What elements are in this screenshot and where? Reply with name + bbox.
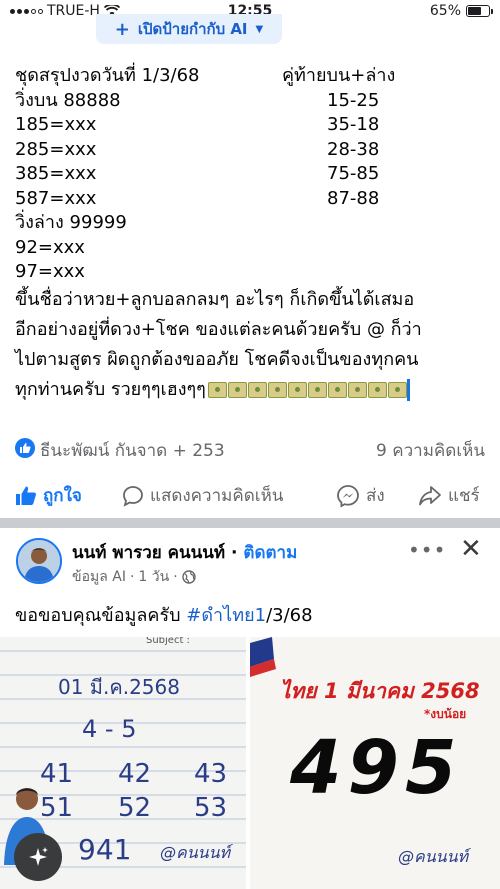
- money-emoji-icon: [267, 381, 287, 398]
- row-right: 15-25: [327, 89, 380, 111]
- author-name[interactable]: นนท์ พารวย คนนนท์: [72, 543, 225, 563]
- row-left: 285=xxx: [15, 138, 97, 160]
- row-right: 35-18: [327, 114, 380, 135]
- post1-last-line: ทุกท่านครับ รวยๆๆเฮงๆๆ: [15, 375, 490, 405]
- post1-row: 285=xxx 28-38: [15, 138, 490, 163]
- note-number: 42: [118, 759, 152, 789]
- post1-row: 385=xxx 75-85: [15, 162, 490, 187]
- messenger-icon: [337, 484, 359, 508]
- row-left: 185=xxx: [15, 114, 97, 135]
- row-right: 28-38: [327, 138, 380, 160]
- like-reaction-icon: [15, 438, 35, 458]
- avatar[interactable]: [16, 538, 62, 584]
- note-bottom-number: 941: [78, 833, 132, 866]
- comment-bubble-icon: [123, 485, 143, 507]
- post1-reactions[interactable]: ธีนะพัฒน์ กันจาด + 253 9 ความคิดเห็น: [15, 434, 485, 464]
- share-arrow-icon: [419, 485, 441, 505]
- row-left: 385=xxx: [15, 163, 97, 184]
- thumbs-up-icon: [16, 486, 36, 505]
- ai-label-text: เปิดป้ายกำกับ AI: [137, 20, 248, 38]
- post1-action-bar: ถูกใจ แสดงความคิดเห็น ส่ง แชร์: [0, 474, 500, 514]
- signature: @คนนนท์: [160, 843, 231, 862]
- battery-percent: 65%: [429, 3, 461, 19]
- note-pair: 4 - 5: [82, 715, 137, 743]
- meta-time[interactable]: 1 วัน: [138, 566, 169, 588]
- comments-count[interactable]: 9 ความคิดเห็น: [376, 437, 485, 464]
- sparkle-icon: [29, 847, 48, 866]
- money-emoji-icon: [307, 381, 327, 398]
- note-number: 43: [194, 759, 228, 789]
- share-label: แชร์: [448, 486, 480, 506]
- battery-fill: [468, 7, 481, 15]
- money-emoji-icon: [327, 381, 347, 398]
- post1-para-line: อีกอย่างอยู่ที่ดวง+โชค ของแต่ละคนด้วยครั…: [15, 318, 422, 340]
- money-emoji-row: [207, 381, 407, 398]
- post2-body: ขอขอบคุณข้อมูลครับ #ดำไทย1/3/68: [15, 600, 313, 629]
- row-left: 97=xxx: [15, 261, 85, 282]
- money-emoji-icon: [247, 381, 267, 398]
- post2-text-after: /3/68: [266, 605, 313, 626]
- ai-label-toggle[interactable]: + เปิดป้ายกำกับ AI ▼: [96, 14, 282, 44]
- text-cursor: [406, 378, 410, 401]
- signature: @คนนนท์: [398, 847, 469, 866]
- like-label: ถูกใจ: [43, 486, 82, 506]
- post2-photo-right[interactable]: ไทย 1 มีนาคม 2568 *งบน้อย 495 @คนนนท์: [250, 637, 500, 889]
- subject-label: Subject :: [146, 637, 190, 646]
- meta-source: ข้อมูล AI: [72, 569, 126, 585]
- close-icon[interactable]: ✕: [460, 534, 482, 564]
- like-button[interactable]: ถูกใจ: [15, 482, 82, 509]
- note-number: 52: [118, 793, 152, 823]
- globe-icon: [181, 570, 196, 584]
- money-emoji-icon: [287, 381, 307, 398]
- messenger-send-button[interactable]: ส่ง: [336, 482, 385, 509]
- money-emoji-icon: [367, 381, 387, 398]
- share-button[interactable]: แชร์: [418, 482, 480, 509]
- row-left: วิ่งล่าง 99999: [15, 212, 127, 233]
- post1-para-line: ขึ้นชื่อว่าหวย+ลูกบอลกลมๆ อะไรๆ ก็เกิดขึ…: [15, 288, 415, 310]
- post2-author-line: นนท์ พารวย คนนนท์ · ติดตาม: [72, 543, 298, 563]
- floating-sparkle-button[interactable]: [14, 833, 62, 881]
- row-right: 87-88: [327, 187, 380, 209]
- post1-row: 92=xxx: [15, 236, 490, 261]
- post2-hashtag[interactable]: #ดำไทย1: [186, 605, 266, 626]
- post1-row: วิ่งล่าง 99999: [15, 211, 490, 236]
- note-date: 01 มี.ค.2568: [58, 675, 180, 699]
- post1-title-right: คู่ท้ายบน+ล่าง: [282, 65, 396, 86]
- caret-down-icon: ▼: [255, 23, 264, 35]
- more-options-icon[interactable]: •••: [408, 538, 446, 562]
- post1-title-left: ชุดสรุปงวดวันที่ 1/3/68: [15, 65, 200, 86]
- reaction-names: ธีนะพัฒน์ กันจาด + 253: [40, 441, 225, 461]
- post2-header: นนท์ พารวย คนนนท์ · ติดตาม ข้อมูล AI · 1…: [0, 528, 500, 594]
- money-emoji-icon: [207, 381, 227, 398]
- post1-row: 97=xxx: [15, 260, 490, 285]
- battery-group: 65%: [429, 3, 493, 19]
- money-emoji-icon: [347, 381, 367, 398]
- comment-button[interactable]: แสดงความคิดเห็น: [122, 482, 283, 509]
- photo-headline: ไทย 1 มีนาคม 2568: [280, 679, 480, 703]
- comment-label: แสดงความคิดเห็น: [150, 486, 284, 506]
- post1-row: 185=xxx 35-18: [15, 113, 490, 138]
- battery-icon: [466, 5, 493, 17]
- row-right: 75-85: [327, 163, 380, 184]
- money-emoji-icon: [387, 381, 407, 398]
- post1-row: วิ่งบน 88888 15-25: [15, 89, 490, 114]
- money-emoji-icon: [227, 381, 247, 398]
- post1-para-line: ทุกท่านครับ รวยๆๆเฮงๆๆ: [15, 378, 206, 400]
- row-left: วิ่งบน 88888: [15, 89, 121, 111]
- row-left: 92=xxx: [15, 236, 85, 258]
- post2-meta: ข้อมูล AI · 1 วัน ·: [72, 566, 196, 588]
- post1-row: 587=xxx 87-88: [15, 187, 490, 212]
- follow-button[interactable]: ติดตาม: [243, 543, 297, 563]
- post2-text-before: ขอขอบคุณข้อมูลครับ: [15, 605, 187, 626]
- plus-icon: +: [114, 18, 130, 40]
- photo-main-number: 495: [290, 725, 463, 811]
- row-left: 587=xxx: [15, 187, 97, 209]
- note-number: 53: [194, 793, 228, 823]
- photo-subline: *งบน้อย: [424, 707, 467, 721]
- messenger-send-label: ส่ง: [366, 486, 385, 506]
- post1-title-row: ชุดสรุปงวดวันที่ 1/3/68 คู่ท้ายบน+ล่าง: [15, 64, 490, 89]
- post1-body: ชุดสรุปงวดวันที่ 1/3/68 คู่ท้ายบน+ล่าง ว…: [15, 64, 490, 405]
- post1-para-line: ไปตามสูตร ผิดถูกต้องขออภัย โชคดีจงเป็นขอ…: [15, 348, 419, 370]
- feed-divider: [0, 518, 500, 528]
